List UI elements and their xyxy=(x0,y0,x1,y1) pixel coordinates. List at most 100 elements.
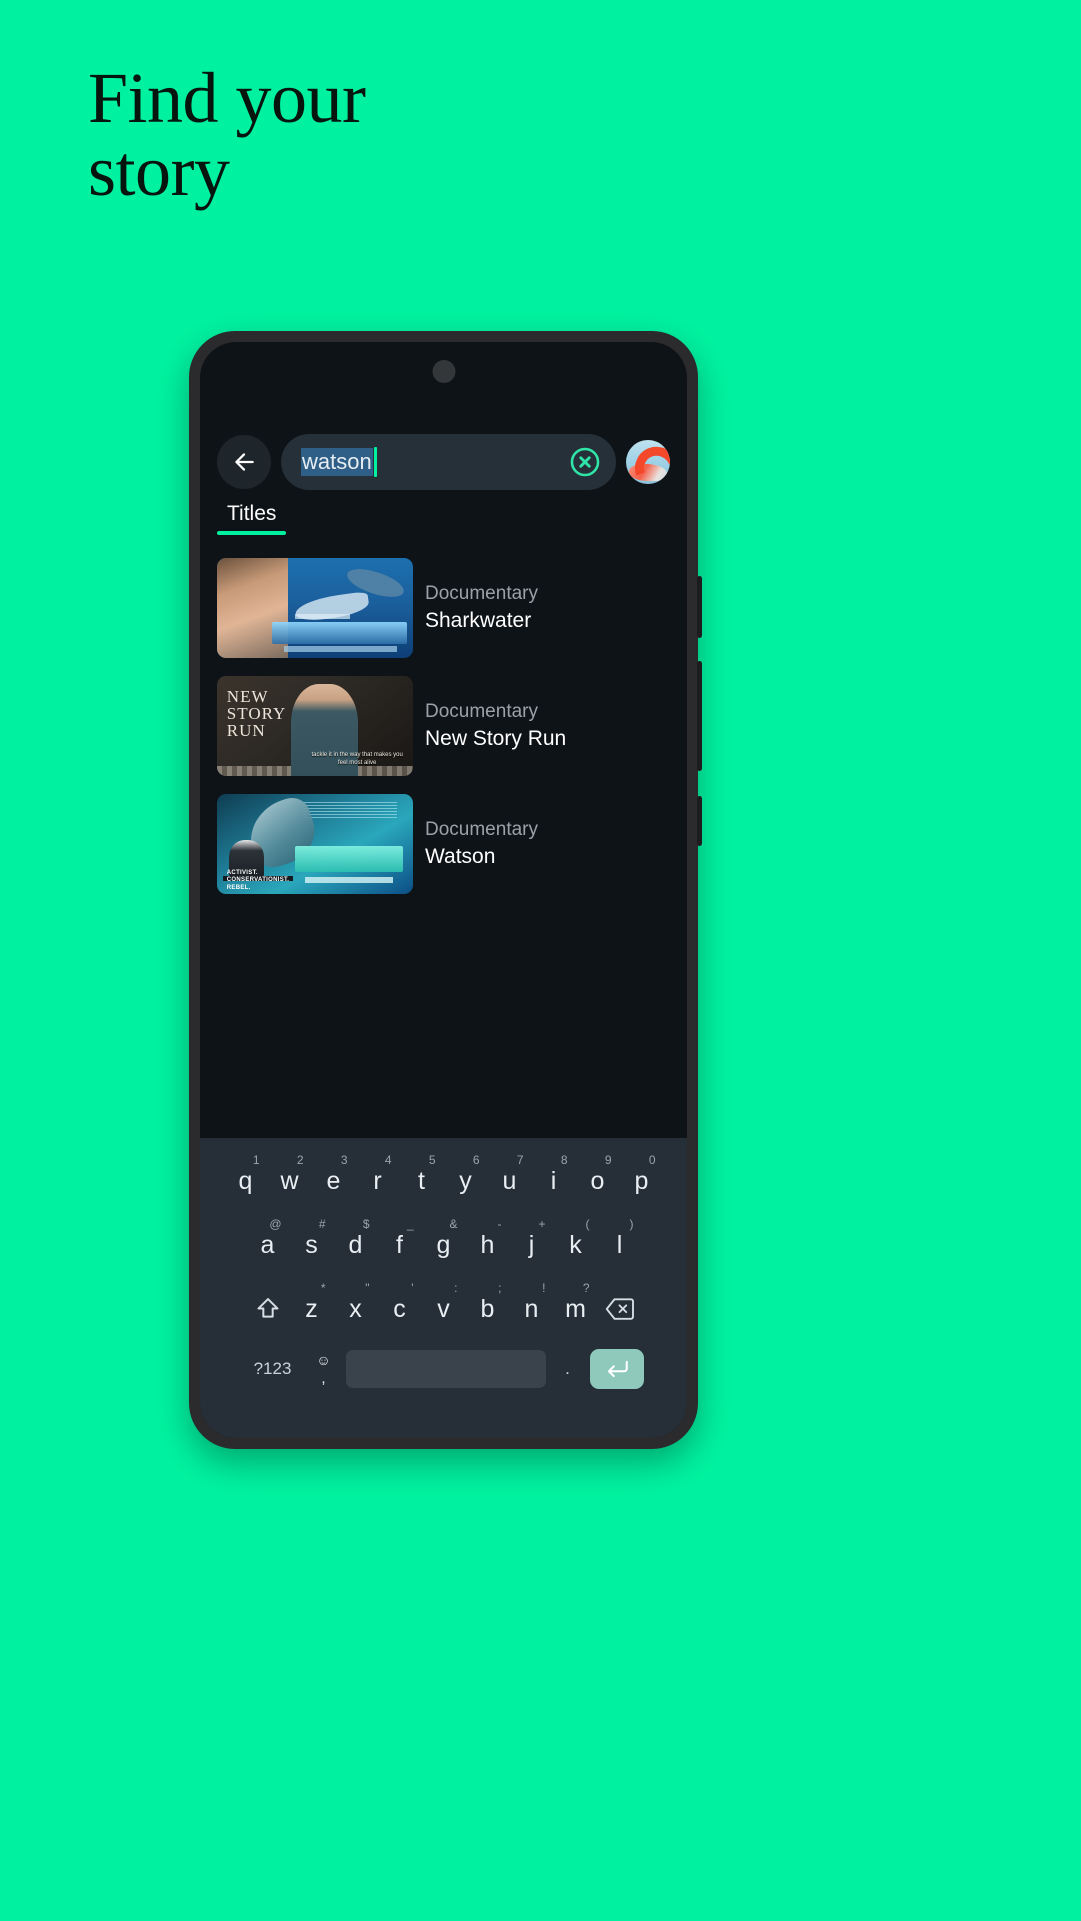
list-item[interactable]: NEW STORY RUN tackle it in the way that … xyxy=(217,676,670,776)
symbols-key[interactable]: ?123 xyxy=(244,1340,302,1398)
key-hint: 3 xyxy=(340,1153,348,1167)
key-hint: ' xyxy=(411,1281,414,1295)
key-z[interactable]: * z xyxy=(290,1280,334,1338)
poster-caption-text: tackle it in the way that makes you feel… xyxy=(311,752,403,766)
key-h[interactable]: -h xyxy=(466,1216,510,1274)
front-camera-icon xyxy=(432,360,455,383)
phone-power-button xyxy=(697,796,702,846)
tab-bar: Titles xyxy=(200,502,687,546)
key-u[interactable]: 7u xyxy=(488,1152,532,1210)
app-bar: watson xyxy=(200,430,687,494)
key-label: s xyxy=(305,1230,318,1259)
key-g[interactable]: & g xyxy=(422,1216,466,1274)
key-y[interactable]: 6y xyxy=(444,1152,488,1210)
list-item[interactable]: Documentary Sharkwater xyxy=(217,558,670,658)
circle-x-icon xyxy=(570,447,600,477)
key-label: l xyxy=(616,1230,623,1259)
key-m[interactable]: ? m xyxy=(554,1280,598,1338)
key-l[interactable]: ) l xyxy=(598,1216,642,1274)
key-label: b xyxy=(480,1294,495,1323)
key-hint: 6 xyxy=(472,1153,480,1167)
poster-title-band xyxy=(295,846,404,872)
comma-label: , xyxy=(321,1369,326,1387)
key-x[interactable]: " x xyxy=(334,1280,378,1338)
tab-titles[interactable]: Titles xyxy=(217,502,287,535)
key-label: w xyxy=(280,1166,299,1195)
key-label: x xyxy=(349,1294,362,1323)
key-f[interactable]: _ f xyxy=(378,1216,422,1274)
result-title: Watson xyxy=(425,844,496,868)
key-label: n xyxy=(524,1294,539,1323)
key-q[interactable]: 1q xyxy=(224,1152,268,1210)
backspace-icon xyxy=(605,1298,634,1320)
key-hint: 5 xyxy=(428,1153,436,1167)
key-hint: _ xyxy=(406,1217,414,1231)
result-title: Sharkwater xyxy=(425,608,532,632)
key-label: k xyxy=(569,1230,582,1259)
key-e[interactable]: 3e xyxy=(312,1152,356,1210)
key-s[interactable]: # s xyxy=(290,1216,334,1274)
key-label: v xyxy=(437,1294,450,1323)
key-d[interactable]: $ d xyxy=(334,1216,378,1274)
enter-key[interactable] xyxy=(589,1349,644,1389)
key-label: z xyxy=(305,1294,318,1323)
key-label: h xyxy=(480,1230,495,1259)
result-genre: Documentary xyxy=(425,583,538,604)
result-meta: Documentary Watson xyxy=(425,819,538,869)
key-r[interactable]: 4r xyxy=(356,1152,400,1210)
key-b[interactable]: ; b xyxy=(466,1280,510,1338)
key-k[interactable]: (k xyxy=(554,1216,598,1274)
key-label: p xyxy=(634,1166,649,1195)
key-o[interactable]: 9o xyxy=(576,1152,620,1210)
key-i[interactable]: 8i xyxy=(532,1152,576,1210)
key-hint: @ xyxy=(269,1217,282,1231)
key-n[interactable]: ! n xyxy=(510,1280,554,1338)
key-label: q xyxy=(238,1166,253,1195)
key-c[interactable]: ' c xyxy=(378,1280,422,1338)
key-label: i xyxy=(550,1166,557,1195)
space-key[interactable] xyxy=(345,1350,546,1388)
result-genre: Documentary xyxy=(425,701,538,722)
key-a[interactable]: @ a xyxy=(246,1216,290,1274)
headline-line-2: story xyxy=(88,131,230,212)
key-label: d xyxy=(348,1230,363,1259)
key-label: o xyxy=(590,1166,605,1195)
phone-side-button xyxy=(697,576,702,638)
phone-screen: watson Titles Documentary Sharkwater NEW… xyxy=(200,342,687,1438)
key-hint: $ xyxy=(362,1217,370,1231)
key-hint: 7 xyxy=(516,1153,524,1167)
key-hint: 9 xyxy=(604,1153,612,1167)
result-meta: Documentary Sharkwater xyxy=(425,583,538,633)
result-title: New Story Run xyxy=(425,726,567,750)
search-field[interactable]: watson xyxy=(281,434,616,490)
emoji-comma-key[interactable]: ☺ , xyxy=(302,1340,346,1398)
keyboard-row-2: @ a # s $ d _ f & g -h + j (k ) l xyxy=(204,1210,683,1274)
result-genre: Documentary xyxy=(425,819,538,840)
key-hint: 4 xyxy=(384,1153,392,1167)
thumbnail-sharkwater xyxy=(217,558,413,658)
tab-selected-indicator xyxy=(217,531,287,535)
key-hint: 1 xyxy=(252,1153,260,1167)
key-label: y xyxy=(459,1166,472,1195)
key-t[interactable]: 5t xyxy=(400,1152,444,1210)
key-hint: " xyxy=(365,1281,370,1295)
shift-arrow-icon xyxy=(256,1298,279,1318)
key-hint: ( xyxy=(585,1217,590,1231)
page-headline: Find your story xyxy=(88,61,848,212)
list-item[interactable]: ACTIVIST. CONSERVATIONIST. REBEL. Docume… xyxy=(217,794,670,894)
poster-descriptors-text: ACTIVIST. CONSERVATIONIST. REBEL. xyxy=(226,869,290,891)
poster-credit-line xyxy=(295,614,351,619)
search-input[interactable]: watson xyxy=(301,447,560,477)
shift-key[interactable] xyxy=(246,1280,290,1338)
key-j[interactable]: + j xyxy=(510,1216,554,1274)
period-key[interactable]: . xyxy=(546,1340,590,1398)
key-v[interactable]: :v xyxy=(422,1280,466,1338)
key-w[interactable]: 2w xyxy=(268,1152,312,1210)
back-button[interactable] xyxy=(217,435,271,489)
backspace-key[interactable] xyxy=(598,1280,642,1338)
phone-volume-button xyxy=(697,661,702,771)
avatar[interactable] xyxy=(626,440,670,484)
key-p[interactable]: 0p xyxy=(620,1152,664,1210)
clear-search-button[interactable] xyxy=(568,445,602,479)
enter-return-icon xyxy=(607,1360,628,1378)
